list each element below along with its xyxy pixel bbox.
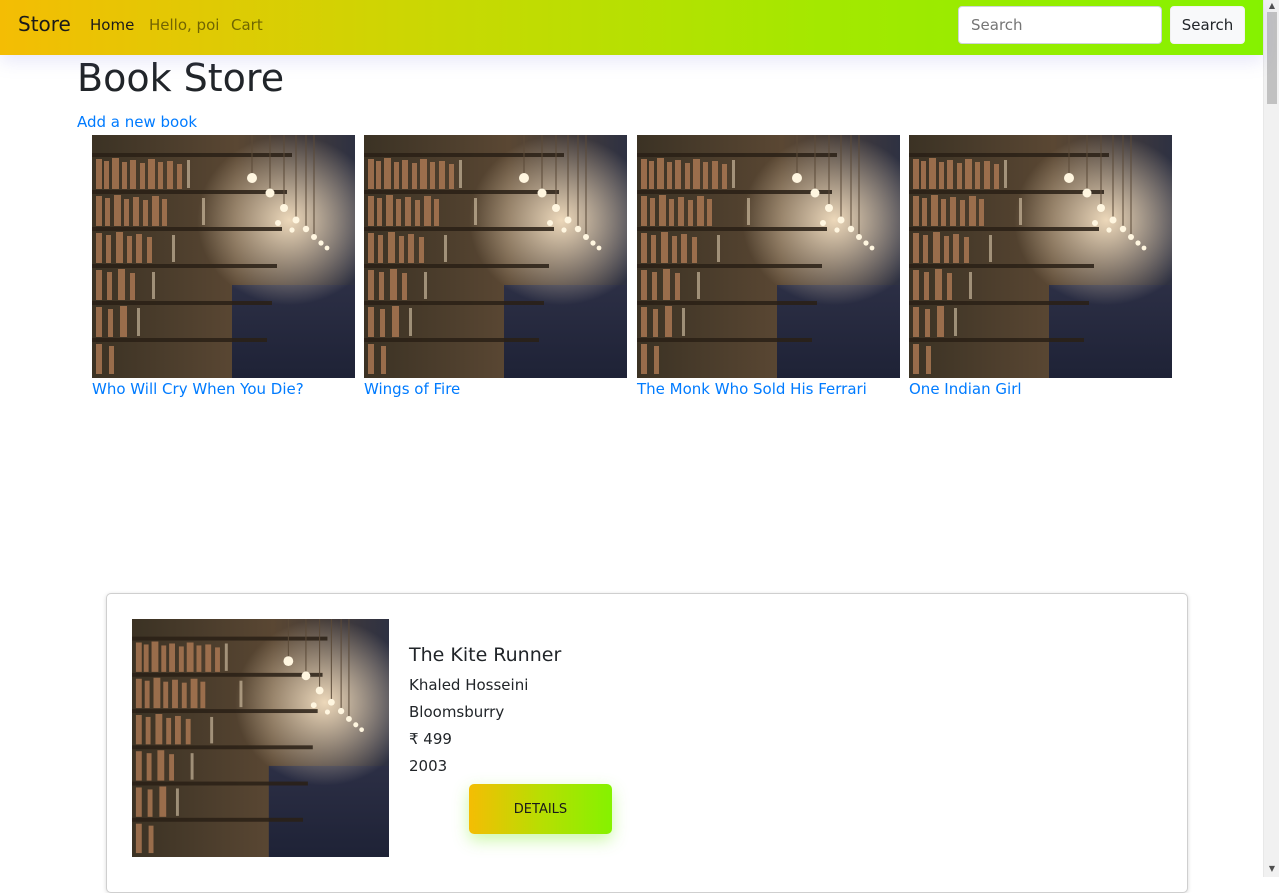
book-cover-image[interactable]: [92, 135, 355, 378]
featured-book-title: The Kite Runner: [409, 644, 562, 666]
book-cover-image[interactable]: [637, 135, 900, 378]
scrollbar-thumb[interactable]: [1267, 12, 1277, 104]
featured-book-author: Khaled Hosseini: [409, 676, 529, 694]
details-button[interactable]: DETAILS: [469, 784, 612, 834]
page-scrollbar[interactable]: ▲ ▼: [1263, 0, 1279, 877]
book-card: Who Will Cry When You Die?: [92, 135, 355, 398]
add-book-link[interactable]: Add a new book: [77, 113, 197, 131]
book-cover-image[interactable]: [909, 135, 1172, 378]
search-button[interactable]: Search: [1170, 6, 1245, 44]
book-card: The Monk Who Sold His Ferrari: [637, 135, 900, 398]
book-title-link[interactable]: The Monk Who Sold His Ferrari: [637, 380, 900, 398]
book-title-link[interactable]: Who Will Cry When You Die?: [92, 380, 355, 398]
nav-link-cart[interactable]: Cart: [231, 16, 263, 34]
nav-link-user-greeting[interactable]: Hello, poi: [149, 16, 219, 34]
search-input[interactable]: [958, 6, 1162, 44]
brand-link[interactable]: Store: [18, 12, 71, 36]
scroll-down-arrow-icon[interactable]: ▼: [1264, 863, 1279, 875]
book-title-link[interactable]: Wings of Fire: [364, 380, 627, 398]
featured-book-card: The Kite Runner Khaled Hosseini Bloomsbu…: [106, 593, 1188, 893]
nav-link-home[interactable]: Home: [90, 16, 134, 34]
book-card: One Indian Girl: [909, 135, 1172, 398]
book-title-link[interactable]: One Indian Girl: [909, 380, 1172, 398]
featured-book-publisher: Bloomsburry: [409, 703, 505, 721]
featured-book-image: [132, 619, 389, 857]
book-card: Wings of Fire: [364, 135, 627, 398]
book-cover-image[interactable]: [364, 135, 627, 378]
featured-book-price: ₹ 499: [409, 730, 452, 748]
navbar: Store Home Hello, poi Cart Search: [0, 0, 1263, 55]
featured-book-year: 2003: [409, 757, 448, 775]
page-title: Book Store: [77, 56, 285, 100]
scroll-up-arrow-icon[interactable]: ▲: [1264, 0, 1279, 12]
